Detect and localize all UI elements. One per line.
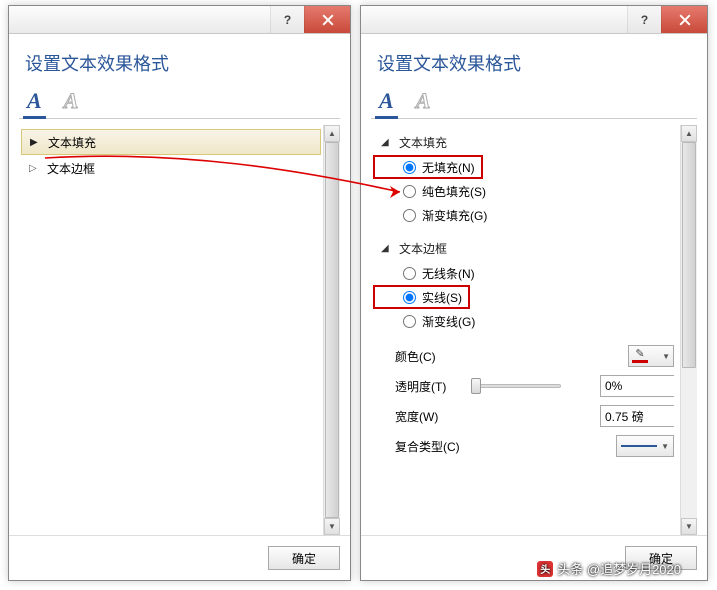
- section-label: 文本填充: [399, 134, 447, 151]
- prop-width: 宽度(W) ▲ ▼: [373, 401, 678, 431]
- prop-label: 透明度(T): [395, 378, 463, 395]
- scroll-up-button[interactable]: ▲: [324, 125, 340, 142]
- chevron-down-icon: ◢: [381, 137, 393, 148]
- radio-gradient-line[interactable]: 渐变线(G): [373, 309, 678, 333]
- radio-no-line[interactable]: 无线条(N): [373, 261, 678, 285]
- width-input[interactable]: [601, 406, 680, 426]
- scroll-down-button[interactable]: ▼: [681, 518, 697, 535]
- compound-type-button[interactable]: ▼: [616, 435, 674, 457]
- transparency-spinner[interactable]: ▲ ▼: [600, 375, 674, 397]
- color-swatch: [632, 360, 648, 363]
- prop-label: 宽度(W): [395, 408, 463, 425]
- dialog-left: ? 设置文本效果格式 A A ▶ 文本填充 ▷ 文本边框 ▲: [8, 5, 351, 581]
- tab-text-outline[interactable]: A: [414, 88, 433, 118]
- close-button[interactable]: [661, 6, 707, 33]
- scroll-thumb[interactable]: [682, 142, 696, 368]
- section-text-outline[interactable]: ◢ 文本边框: [373, 235, 678, 261]
- radio-input[interactable]: [403, 161, 416, 174]
- prop-label: 复合类型(C): [395, 438, 463, 455]
- tree-item-text-outline[interactable]: ▷ 文本边框: [21, 155, 321, 181]
- titlebar: ?: [9, 6, 350, 34]
- scrollbar[interactable]: ▲ ▼: [680, 125, 697, 535]
- scroll-thumb[interactable]: [325, 142, 339, 518]
- titlebar: ?: [361, 6, 707, 34]
- help-button[interactable]: ?: [627, 6, 661, 33]
- tab-text-outline[interactable]: A: [62, 88, 81, 118]
- radio-label: 渐变填充(G): [422, 207, 487, 224]
- scroll-down-button[interactable]: ▼: [324, 518, 340, 535]
- chevron-right-icon: ▷: [29, 163, 41, 174]
- radio-input[interactable]: [403, 185, 416, 198]
- scroll-content-left: ▶ 文本填充 ▷ 文本边框: [19, 125, 323, 535]
- dialog-title: 设置文本效果格式: [19, 44, 340, 88]
- radio-label: 实线(S): [422, 289, 462, 306]
- radio-label: 无填充(N): [422, 159, 475, 176]
- prop-transparency: 透明度(T) ▲ ▼: [373, 371, 678, 401]
- tree-label: 文本边框: [47, 160, 95, 177]
- watermark-text: 头条 @追梦岁月2020: [557, 559, 681, 578]
- chevron-down-icon: ◢: [381, 243, 393, 254]
- tab-strip: A A: [371, 88, 697, 119]
- tree-label: 文本填充: [48, 134, 96, 151]
- paint-bucket-icon: ✎: [635, 349, 644, 360]
- scrollbar[interactable]: ▲ ▼: [323, 125, 340, 535]
- toutiao-icon: 头: [537, 561, 553, 577]
- watermark: 头 头条 @追梦岁月2020: [537, 559, 681, 578]
- radio-gradient-fill[interactable]: 渐变填充(G): [373, 203, 678, 227]
- chevron-right-icon: ▶: [30, 137, 42, 148]
- tab-text-fill[interactable]: A: [25, 88, 44, 118]
- prop-label: 颜色(C): [395, 348, 463, 365]
- help-button[interactable]: ?: [270, 6, 304, 33]
- radio-no-fill[interactable]: 无填充(N): [373, 155, 483, 179]
- dialog-title: 设置文本效果格式: [371, 44, 697, 88]
- width-spinner[interactable]: ▲ ▼: [600, 405, 674, 427]
- line-style-icon: [621, 445, 657, 447]
- tab-text-fill[interactable]: A: [377, 88, 396, 118]
- color-picker-button[interactable]: ✎ ▼: [628, 345, 674, 367]
- section-text-fill[interactable]: ◢ 文本填充: [373, 129, 678, 155]
- button-bar: 确定: [9, 535, 350, 580]
- prop-color: 颜色(C) ✎ ▼: [373, 341, 678, 371]
- ok-button[interactable]: 确定: [268, 546, 340, 570]
- scroll-content-right: ◢ 文本填充 无填充(N) 纯色填充(S) 渐变填充(G) ◢: [371, 125, 680, 535]
- section-label: 文本边框: [399, 240, 447, 257]
- radio-input[interactable]: [403, 267, 416, 280]
- prop-compound: 复合类型(C) ▼: [373, 431, 678, 461]
- scroll-up-button[interactable]: ▲: [681, 125, 697, 142]
- chevron-down-icon: ▼: [661, 442, 669, 451]
- radio-label: 渐变线(G): [422, 313, 475, 330]
- radio-solid-fill[interactable]: 纯色填充(S): [373, 179, 678, 203]
- tab-strip: A A: [19, 88, 340, 119]
- dialog-right: ? 设置文本效果格式 A A ◢ 文本填充 无填充(N) 纯色: [360, 5, 708, 581]
- slider-thumb[interactable]: [471, 378, 481, 394]
- transparency-slider[interactable]: [471, 378, 561, 394]
- radio-label: 纯色填充(S): [422, 183, 486, 200]
- radio-solid-line[interactable]: 实线(S): [373, 285, 470, 309]
- radio-input[interactable]: [403, 291, 416, 304]
- radio-input[interactable]: [403, 315, 416, 328]
- chevron-down-icon: ▼: [662, 352, 670, 361]
- tree-item-text-fill[interactable]: ▶ 文本填充: [21, 129, 321, 155]
- radio-label: 无线条(N): [422, 265, 475, 282]
- transparency-input[interactable]: [601, 376, 680, 396]
- radio-input[interactable]: [403, 209, 416, 222]
- close-button[interactable]: [304, 6, 350, 33]
